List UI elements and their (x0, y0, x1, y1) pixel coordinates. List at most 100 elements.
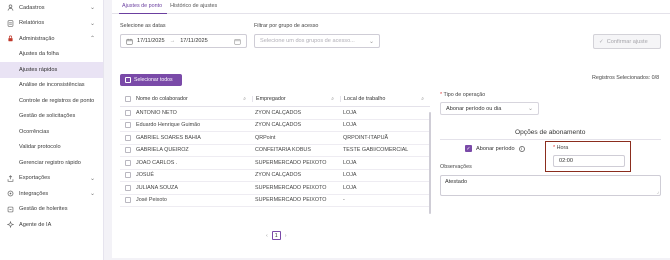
ai-agent-icon (7, 221, 14, 229)
sidebar-item-label: Gestão de holerites (19, 206, 68, 213)
next-page-icon[interactable]: › (285, 233, 287, 239)
row-checkbox[interactable] (125, 109, 131, 116)
cell-employer: ZYON CALÇADOS (255, 172, 302, 179)
table-row[interactable]: Eduardo Henrique Guimão ZYON CALÇADOS LOJA (120, 120, 430, 132)
cell-employer: SUPERMERCADO PEIXOTO (255, 197, 327, 204)
cell-workplace: TESTE GABI/COMERCIAL (343, 147, 409, 154)
header-label: Nome do colaborador (136, 95, 188, 102)
header-label: Local de trabalho (344, 95, 386, 102)
sidebar-item-relatorios[interactable]: Relatórios ⌄ (0, 16, 103, 32)
cell-employer: ZYON CALÇADOS (255, 109, 302, 116)
confirm-adjust-button[interactable]: ✓ Confirmar ajuste (593, 34, 661, 49)
sidebar-subitem-validar-protocolo[interactable]: Validar protocolo (0, 140, 103, 156)
person-icon (7, 4, 14, 11)
selected-count: Registros Selecionados: 0/8 (592, 75, 660, 81)
sidebar: Cadastros ⌄ Relatórios ⌄ Administração ⌃… (0, 0, 104, 260)
sidebar-subitem-ocorrencias[interactable]: Ocorrências (0, 124, 103, 140)
cell-employer: SUPERMERCADO PEIXOTO (255, 159, 327, 166)
chevron-down-icon: ⌄ (89, 175, 95, 182)
chevron-down-icon: ⌄ (368, 38, 374, 45)
date-to[interactable]: 17/11/2025 (180, 38, 208, 44)
search-icon[interactable]: ⌕ (331, 96, 334, 102)
date-range-picker[interactable]: 17/11/2025 → 17/11/2025 (120, 34, 247, 48)
table-row[interactable]: José Peixoto SUPERMERCADO PEIXOTO - (120, 195, 430, 207)
row-checkbox[interactable] (125, 197, 131, 204)
cell-employer: ZYON CALÇADOS (255, 122, 302, 129)
table-row[interactable]: GABRIEL SOARES BAHIA QRPoint QRPOINT-ITAPU… (120, 132, 430, 145)
sidebar-item-administracao[interactable]: Administração ⌃ (0, 31, 103, 47)
tab-ajustes-ponto[interactable]: Ajustes de ponto (119, 0, 168, 14)
sidebar-item-integracoes[interactable]: Integrações ⌄ (0, 186, 103, 202)
sidebar-item-agente-ia[interactable]: Agente de IA (0, 217, 103, 233)
select-all-button[interactable]: Selecionar todos (120, 74, 182, 86)
group-filter-label: Filtrar por grupo de acesso (254, 23, 319, 29)
cell-name: JULIANA SOUZA (136, 184, 178, 191)
section-divider (440, 139, 661, 140)
header-checkbox[interactable] (125, 95, 131, 102)
sidebar-item-gestao-holerites[interactable]: Gestão de holerites (0, 202, 103, 218)
row-checkbox[interactable] (125, 134, 131, 141)
header-col-employer[interactable]: Empregador ⌕ (252, 95, 340, 102)
chevron-up-icon: ⌃ (89, 36, 95, 43)
abonar-periodo-label: Abonar período (476, 145, 515, 152)
sidebar-subitem-ajustes-rapidos[interactable]: Ajustes rápidos (0, 62, 103, 78)
tab-historico-ajustes[interactable]: Histórico de ajustes (167, 0, 222, 14)
group-filter-select[interactable]: Selecione um dos grupos de acesso... ⌄ (254, 34, 380, 48)
cell-employer: QRPoint (255, 134, 276, 141)
table-row[interactable]: GABRIELA QUEIROZ CONFEITARIA KOBUS TESTE G… (120, 145, 430, 157)
hora-label-text: Hora (556, 145, 569, 151)
cell-name: JOSUÉ (136, 172, 154, 179)
observacoes-label: Observações (440, 164, 472, 170)
table-row[interactable]: JULIANA SOUZA SUPERMERCADO PEIXOTO LOJA (120, 182, 430, 195)
sidebar-item-label: Agente de IA (19, 221, 52, 228)
cell-name: JOAO CARLOS . (136, 159, 178, 166)
operation-type-select[interactable]: Abonar período ou dia ⌄ (440, 102, 539, 115)
date-from[interactable]: 17/11/2025 (137, 38, 165, 44)
cell-name: Eduardo Henrique Guimão (136, 122, 201, 129)
table-scrollbar[interactable] (429, 112, 431, 214)
row-checkbox[interactable] (125, 172, 131, 179)
row-checkbox[interactable] (125, 147, 131, 154)
header-col-name[interactable]: Nome do colaborador ⌕ (136, 96, 252, 102)
row-checkbox[interactable] (125, 184, 131, 191)
sidebar-subitem-analise-inconsistencias[interactable]: Análise de inconsistências (0, 78, 103, 94)
cell-name: GABRIEL SOARES BAHIA (136, 134, 201, 141)
select-all-label: Selecionar todos (134, 77, 173, 83)
sidebar-subitem-gerenciar-registro[interactable]: Gerenciar registro rápido (0, 155, 103, 171)
search-icon[interactable]: ⌕ (243, 96, 246, 102)
table-row[interactable]: ANTONIO NETO ZYON CALÇADOS LOJA (120, 107, 430, 120)
table-row[interactable]: JOAO CARLOS . SUPERMERCADO PEIXOTO LOJA (120, 157, 430, 170)
row-checkbox[interactable] (125, 159, 131, 166)
pagination: ‹ 1 › (266, 231, 287, 240)
info-icon[interactable]: i (518, 145, 525, 152)
sidebar-subitem-controle-registros[interactable]: Controle de registros de ponto (0, 93, 103, 109)
chevron-down-icon: ⌄ (527, 106, 533, 112)
page-number[interactable]: 1 (271, 231, 281, 240)
hora-value: 02:00 (559, 158, 573, 164)
cell-workplace: LOJA (343, 109, 357, 116)
observacoes-value: Atestado (445, 179, 468, 185)
observacoes-textarea[interactable]: Atestado ⌟ (440, 175, 661, 196)
prev-page-icon[interactable]: ‹ (266, 233, 268, 239)
sidebar-item-label: Integrações (19, 190, 49, 197)
cell-workplace: QRPOINT-ITAPUÃ (343, 134, 389, 141)
hora-input[interactable]: 02:00 (553, 155, 625, 167)
search-icon[interactable]: ⌕ (421, 96, 424, 102)
calendar-icon (126, 38, 133, 45)
resize-handle-icon[interactable]: ⌟ (657, 189, 659, 195)
header-col-workplace[interactable]: Local de trabalho ⌕ (340, 95, 430, 102)
confirm-adjust-label: Confirmar ajuste (606, 38, 648, 45)
cell-workplace: LOJA (343, 172, 357, 179)
sidebar-subitem-gestao-solicitacoes[interactable]: Gestão de solicitações (0, 109, 103, 125)
cell-workplace: LOJA (343, 159, 357, 166)
cell-workplace: LOJA (343, 184, 357, 191)
row-checkbox[interactable] (125, 122, 131, 129)
abonar-periodo-checkbox[interactable]: ✓ Abonar período i (465, 145, 525, 152)
sidebar-subitem-ajustes-folha[interactable]: Ajustes da folha (0, 47, 103, 63)
sidebar-item-cadastros[interactable]: Cadastros ⌄ (0, 0, 103, 16)
cell-workplace: - (343, 197, 345, 204)
group-filter-placeholder: Selecione um dos grupos de acesso... (260, 38, 355, 44)
table-row[interactable]: JOSUÉ ZYON CALÇADOS LOJA (120, 170, 430, 182)
sidebar-item-label: Cadastros (19, 4, 45, 11)
sidebar-item-exportacoes[interactable]: Exportações ⌄ (0, 171, 103, 187)
